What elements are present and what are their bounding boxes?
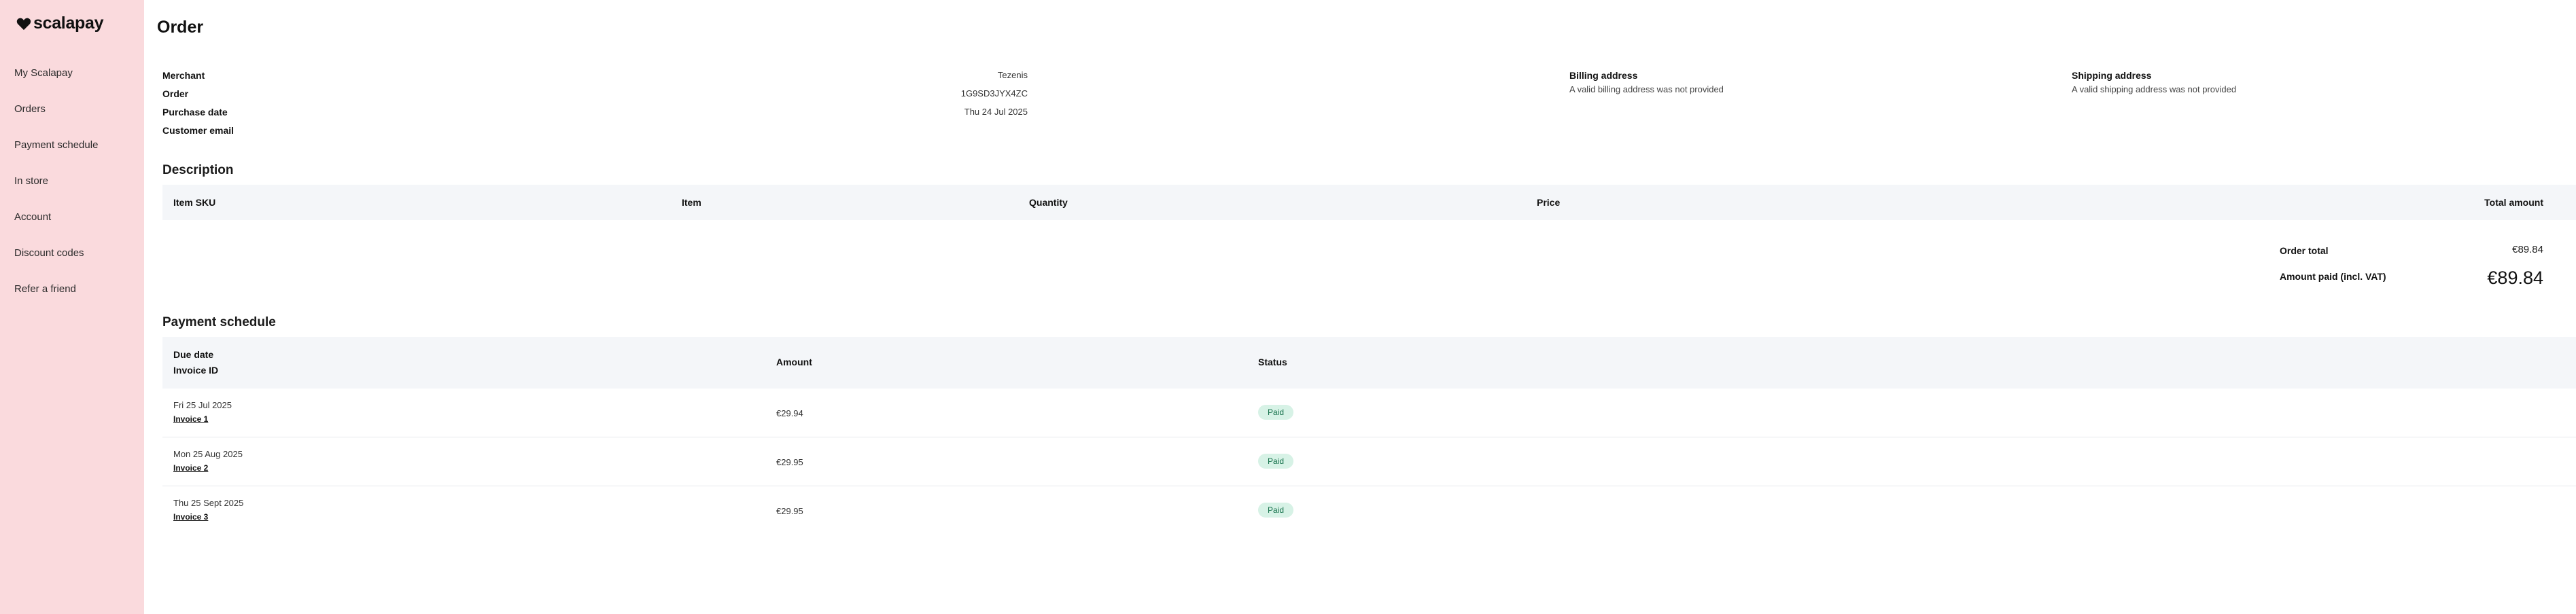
invoice-2-link[interactable]: Invoice 2 [173, 463, 208, 473]
brand-name: scalapay [33, 14, 104, 33]
column-price: Price [1537, 197, 1561, 208]
scalapay-logo[interactable]: scalapay [16, 14, 104, 33]
payment-row-3-amount: €29.95 [776, 506, 803, 516]
invoice-3-link[interactable]: Invoice 3 [173, 512, 208, 522]
payment-row-1-status: Paid [1258, 405, 1294, 420]
main-content: Order Merchant Tezenis Order 1G9SD3JYX4Z… [144, 0, 2576, 614]
billing-address-text: A valid billing address was not provided [1569, 84, 1724, 94]
column-status: Status [1258, 357, 1287, 367]
merchant-label: Merchant [162, 70, 205, 81]
sidebar-item-payment-schedule[interactable]: Payment schedule [14, 139, 98, 151]
column-due-date: Due date [173, 349, 214, 360]
payment-row-1-date: Fri 25 Jul 2025 [173, 400, 232, 410]
column-quantity: Quantity [1029, 197, 1068, 208]
description-title: Description [162, 163, 234, 177]
order-total-label: Order total [2280, 245, 2329, 256]
amount-paid-label: Amount paid (incl. VAT) [2280, 271, 2386, 282]
sidebar-item-account[interactable]: Account [14, 211, 51, 223]
column-item: Item [682, 197, 701, 208]
invoice-1-link[interactable]: Invoice 1 [173, 414, 208, 424]
status-badge: Paid [1258, 503, 1294, 518]
sidebar-item-discount-codes[interactable]: Discount codes [14, 247, 84, 259]
payment-schedule-table-header [162, 337, 2576, 389]
sidebar-item-my-scalapay[interactable]: My Scalapay [14, 67, 73, 79]
payment-row-2-date: Mon 25 Aug 2025 [173, 449, 243, 459]
payment-row-1-amount: €29.94 [776, 408, 803, 418]
heart-icon [16, 18, 31, 30]
amount-paid-value: €89.84 [2487, 268, 2543, 288]
sidebar: scalapay My Scalapay Orders Payment sche… [0, 0, 144, 614]
merchant-value: Tezenis [997, 70, 1028, 80]
payment-schedule-title: Payment schedule [162, 315, 276, 329]
order-total-value: €89.84 [2512, 244, 2543, 255]
column-invoice-id: Invoice ID [173, 365, 219, 376]
order-label: Order [162, 88, 189, 99]
status-badge: Paid [1258, 454, 1294, 469]
payment-row-3-status: Paid [1258, 503, 1294, 518]
status-badge: Paid [1258, 405, 1294, 420]
order-id-value: 1G9SD3JYX4ZC [960, 88, 1028, 98]
sidebar-item-refer-a-friend[interactable]: Refer a friend [14, 283, 76, 295]
customer-email-label: Customer email [162, 125, 234, 136]
payment-row-3-date: Thu 25 Sept 2025 [173, 498, 244, 508]
sidebar-item-orders[interactable]: Orders [14, 103, 46, 115]
purchase-date-label: Purchase date [162, 107, 228, 118]
sidebar-item-in-store[interactable]: In store [14, 175, 48, 187]
page-title: Order [157, 18, 204, 37]
column-item-sku: Item SKU [173, 197, 216, 208]
column-total-amount: Total amount [2484, 197, 2543, 208]
description-table-header [162, 185, 2576, 220]
shipping-address-text: A valid shipping address was not provide… [2072, 84, 2237, 94]
payment-row-2-amount: €29.95 [776, 457, 803, 467]
purchase-date-value: Thu 24 Jul 2025 [964, 107, 1028, 117]
payment-row-2-status: Paid [1258, 454, 1294, 469]
column-amount: Amount [776, 357, 812, 367]
shipping-address-title: Shipping address [2072, 70, 2152, 81]
billing-address-title: Billing address [1569, 70, 1638, 81]
